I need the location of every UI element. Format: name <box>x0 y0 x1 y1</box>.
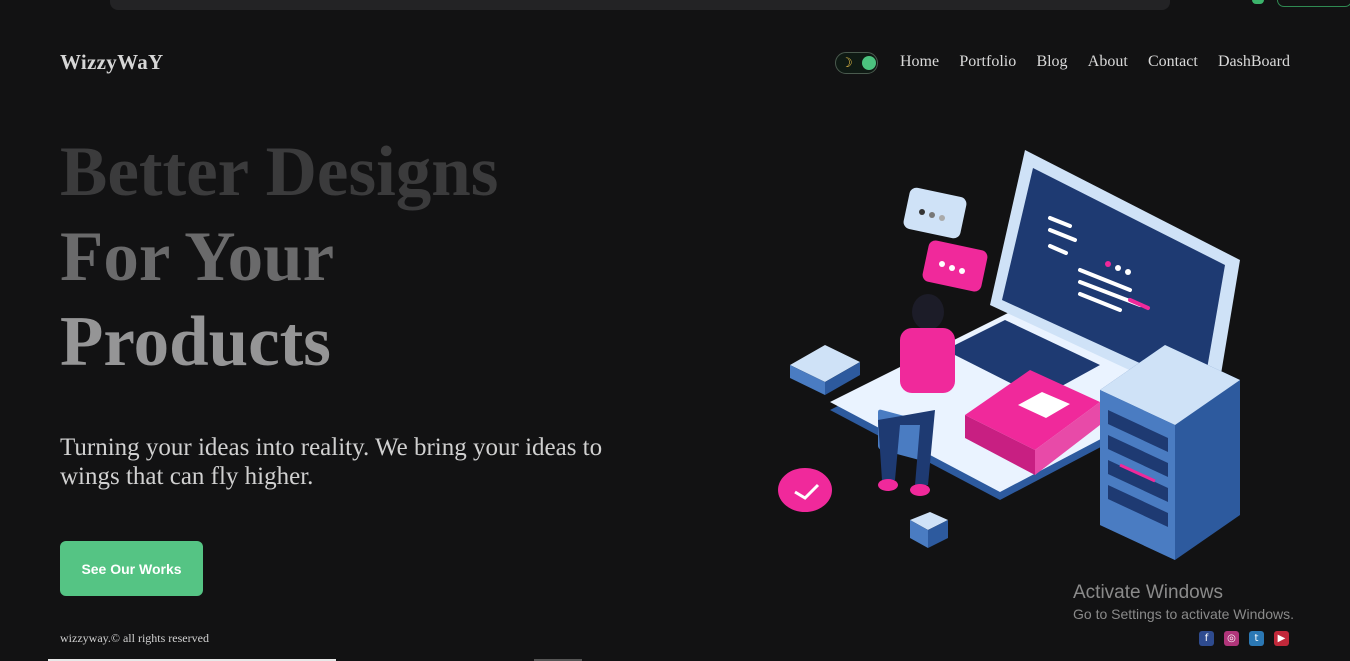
nav-portfolio[interactable]: Portfolio <box>959 53 1016 71</box>
twitter-icon[interactable]: t <box>1249 631 1264 646</box>
browser-chrome <box>0 0 1350 12</box>
watermark-title: Activate Windows <box>1073 582 1223 603</box>
main-nav: Home Portfolio Blog About Contact DashBo… <box>900 53 1290 71</box>
person-torso <box>900 328 955 393</box>
social-links: f ◎ t ▶ <box>1199 631 1289 646</box>
copyright-text: wizzyway.© all rights reserved <box>60 631 209 645</box>
toggle-knob <box>862 56 876 70</box>
nav-dashboard[interactable]: DashBoard <box>1218 53 1290 71</box>
nav-contact[interactable]: Contact <box>1148 53 1198 71</box>
instagram-icon[interactable]: ◎ <box>1224 631 1239 646</box>
facebook-icon[interactable]: f <box>1199 631 1214 646</box>
chat-bubble-light <box>903 187 967 239</box>
windows-activation-watermark: Activate Windows Go to Settings to activ… <box>1073 582 1294 624</box>
watermark-subtitle: Go to Settings to activate Windows. <box>1073 606 1294 622</box>
theme-toggle[interactable]: ☽ <box>835 52 878 74</box>
hero-title: Better Designs For Your Products <box>60 130 498 385</box>
hero-title-line-2: For Your <box>60 218 335 296</box>
youtube-icon[interactable]: ▶ <box>1274 631 1289 646</box>
brand-logo[interactable]: WizzyWaY <box>60 50 164 75</box>
see-our-works-button[interactable]: See Our Works <box>60 541 203 596</box>
person-head <box>912 294 944 330</box>
hero-tagline: Turning your ideas into reality. We brin… <box>60 434 603 490</box>
browser-profile-pill[interactable] <box>1277 0 1350 7</box>
hero-title-line-3: Products <box>60 303 331 381</box>
nav-about[interactable]: About <box>1088 53 1128 71</box>
hero-illustration <box>778 150 1240 560</box>
browser-status-dot <box>1252 0 1264 4</box>
address-bar[interactable] <box>110 0 1170 10</box>
moon-icon: ☽ <box>841 55 853 70</box>
nav-blog[interactable]: Blog <box>1036 53 1067 71</box>
chat-bubble-pink <box>922 240 988 292</box>
nav-home[interactable]: Home <box>900 53 939 71</box>
clock-icon <box>778 468 832 512</box>
hero-title-line-1: Better Designs <box>60 133 499 211</box>
